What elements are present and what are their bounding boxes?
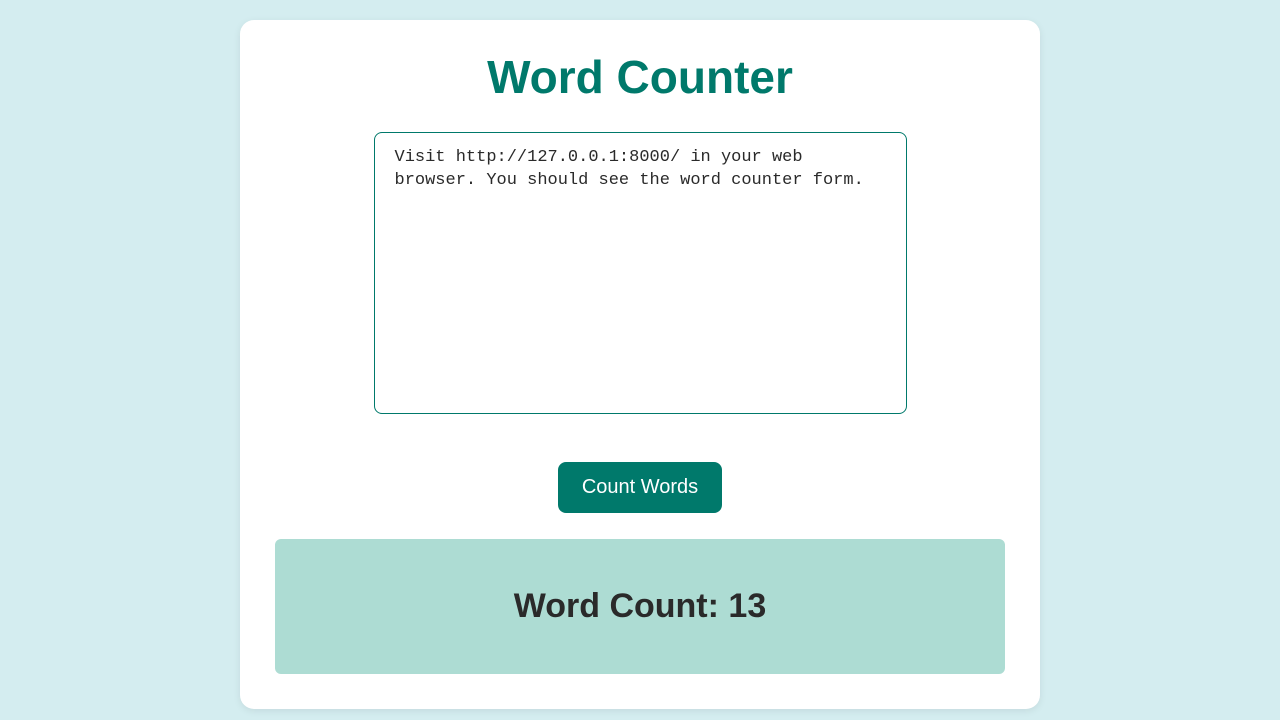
count-words-button[interactable]: Count Words bbox=[558, 462, 722, 513]
input-wrapper bbox=[275, 132, 1005, 414]
page-title: Word Counter bbox=[275, 50, 1005, 104]
result-value: 13 bbox=[728, 587, 766, 625]
result-label: Word Count: bbox=[514, 587, 729, 625]
button-wrapper: Count Words bbox=[275, 462, 1005, 513]
word-counter-card: Word Counter Count Words Word Count: 13 bbox=[240, 20, 1040, 709]
result-panel: Word Count: 13 bbox=[275, 539, 1005, 674]
text-input[interactable] bbox=[374, 132, 907, 414]
word-count-result: Word Count: 13 bbox=[295, 587, 985, 626]
